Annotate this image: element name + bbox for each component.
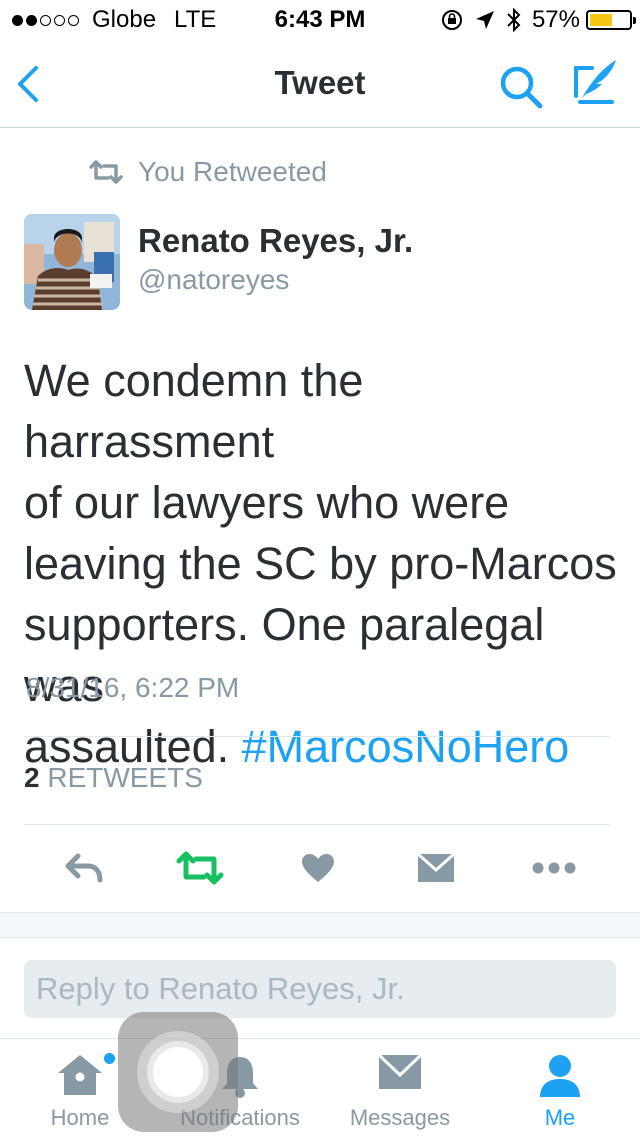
divider: [24, 736, 610, 737]
tweet-text-line: leaving the SC by pro-Marcos: [24, 538, 617, 589]
bluetooth-icon: [507, 7, 521, 33]
search-icon[interactable]: [498, 64, 544, 110]
tweet-timestamp: 8/31/16, 6:22 PM: [26, 672, 240, 703]
retweet-notice-label: You Retweeted: [138, 156, 327, 187]
unread-badge: [104, 1053, 115, 1064]
battery-icon: [586, 10, 636, 30]
tweet-text-line: We condemn the harrassment: [24, 355, 364, 467]
home-icon: [58, 1055, 102, 1095]
tweet-text-line: of our lawyers who were: [24, 477, 510, 528]
person-icon: [540, 1055, 580, 1097]
retweet-count-label: RETWEETS: [47, 762, 203, 793]
author-name[interactable]: Renato Reyes, Jr.: [138, 222, 413, 260]
status-right: 57%: [440, 6, 636, 34]
reply-button[interactable]: [54, 846, 114, 890]
battery-fill: [590, 14, 612, 26]
compose-tweet-icon[interactable]: [572, 58, 618, 106]
more-dots-icon: [532, 862, 576, 874]
avatar-image: [24, 214, 120, 310]
location-arrow-icon: [475, 11, 494, 29]
tab-bar: Home Notifications Messages Me: [0, 1038, 640, 1137]
envelope-icon: [417, 853, 455, 882]
retweet-icon: [89, 160, 123, 184]
more-options-button[interactable]: [524, 846, 584, 890]
retweet-count-number: 2: [24, 762, 40, 793]
tweet-actions: [0, 826, 640, 910]
reply-input[interactable]: Reply to Renato Reyes, Jr.: [24, 960, 616, 1018]
tab-me-label: Me: [544, 1105, 576, 1130]
assistive-touch-button[interactable]: [118, 1012, 238, 1132]
retweet-count[interactable]: 2 RETWEETS: [24, 762, 203, 794]
author-handle[interactable]: @natoreyes: [138, 264, 289, 296]
rotation-lock-icon: [441, 10, 462, 30]
retweet-button[interactable]: [170, 846, 230, 890]
direct-message-button[interactable]: [406, 846, 466, 890]
like-button[interactable]: [288, 846, 348, 890]
heart-icon: [302, 854, 334, 882]
nav-bar: Tweet: [0, 40, 640, 128]
tweet-text: We condemn the harrassment of our lawyer…: [24, 350, 624, 777]
retweet-icon: [176, 851, 224, 885]
retweet-notice: You Retweeted: [88, 152, 327, 192]
envelope-icon: [378, 1053, 422, 1089]
tab-messages[interactable]: Messages: [320, 1039, 480, 1137]
reply-icon: [65, 853, 103, 883]
hashtag-link[interactable]: #MarcosNoHero: [242, 721, 570, 772]
divider: [24, 824, 610, 825]
battery-percent: 57%: [531, 6, 580, 33]
tab-me[interactable]: Me: [480, 1039, 640, 1137]
page-title: Tweet: [274, 64, 366, 101]
section-separator: [0, 912, 640, 938]
tab-messages-label: Messages: [349, 1105, 451, 1130]
avatar[interactable]: [24, 214, 120, 310]
status-bar: Globe LTE 6:43 PM 57%: [0, 0, 640, 40]
